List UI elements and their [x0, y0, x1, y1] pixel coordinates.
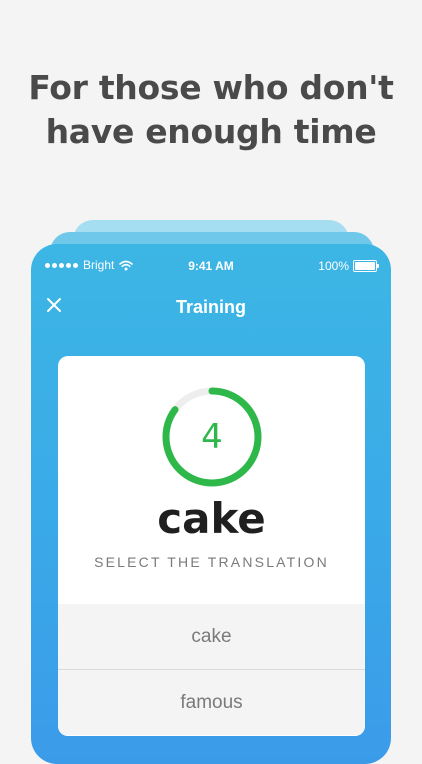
- page-title: Training: [175, 297, 246, 317]
- nav-bar: Training: [31, 296, 391, 320]
- battery-percent: 100%: [318, 259, 349, 273]
- answer-options: cake famous: [58, 604, 365, 735]
- battery-icon: [353, 260, 379, 272]
- headline-line-1: For those who don't: [28, 68, 394, 107]
- phone-screen: Bright 9:41 AM 100% Training 4 cake SELE…: [31, 244, 391, 764]
- status-bar: Bright 9:41 AM 100%: [31, 258, 391, 276]
- answer-option[interactable]: cake: [58, 604, 365, 669]
- headline-line-2: have enough time: [45, 112, 377, 151]
- timer-value: 4: [201, 417, 223, 457]
- quiz-instruction: SELECT THE TRANSLATION: [94, 554, 329, 570]
- quiz-word: cake: [157, 494, 266, 543]
- headline: For those who don't have enough time: [0, 66, 422, 154]
- quiz-card: 4 cake SELECT THE TRANSLATION cake famou…: [58, 356, 365, 736]
- answer-option[interactable]: famous: [58, 669, 365, 735]
- countdown-timer: 4: [161, 386, 263, 488]
- status-battery-group: 100%: [318, 259, 379, 273]
